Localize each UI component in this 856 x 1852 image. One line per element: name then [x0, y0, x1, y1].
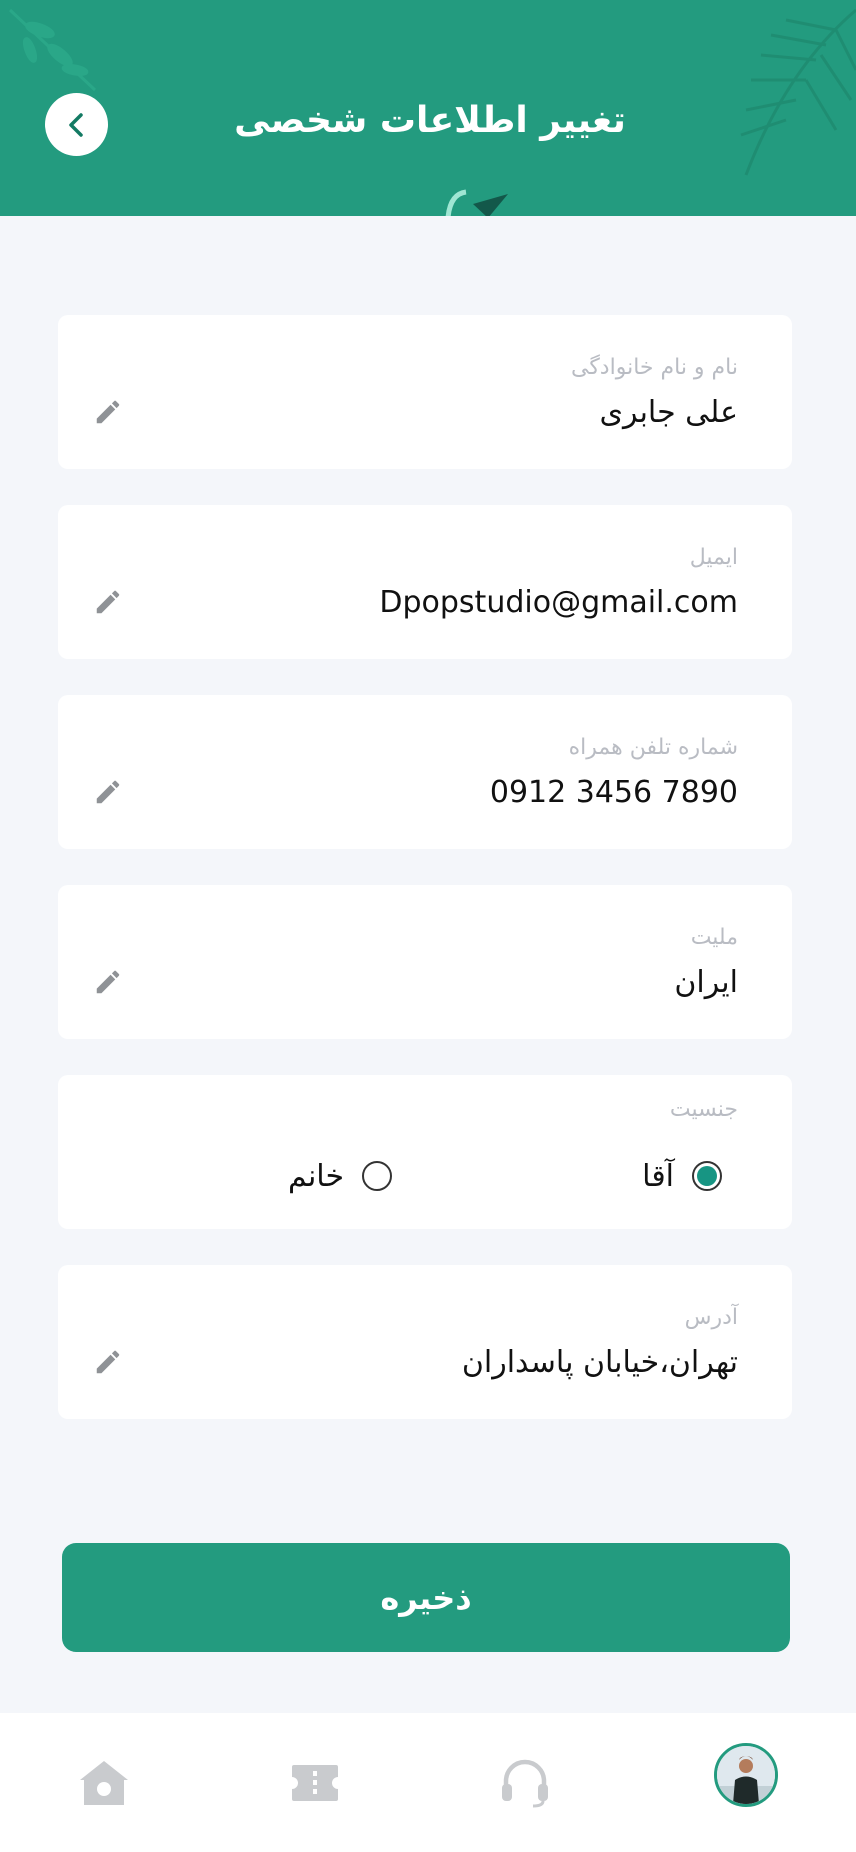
nationality-value[interactable]: ایران — [674, 965, 738, 1000]
gender-female-label: خانم — [287, 1158, 344, 1194]
nationality-label: ملیت — [690, 925, 738, 950]
gender-label: جنسیت — [669, 1097, 738, 1122]
bottom-nav — [0, 1713, 856, 1852]
chevron-left-icon — [68, 112, 83, 137]
radio-male[interactable] — [692, 1161, 722, 1191]
gender-option-male[interactable]: آقا — [642, 1156, 722, 1196]
edit-icon[interactable] — [93, 967, 123, 997]
edit-icon[interactable] — [93, 587, 123, 617]
avatar[interactable] — [714, 1743, 778, 1807]
phone-value[interactable]: 0912 3456 7890 — [490, 775, 738, 810]
name-field[interactable]: نام و نام خانوادگی علی جابری — [58, 315, 792, 469]
edit-icon[interactable] — [93, 777, 123, 807]
nav-support[interactable] — [495, 1753, 555, 1813]
radio-female[interactable] — [362, 1161, 392, 1191]
email-field[interactable]: ایمیل Dpopstudio@gmail.com — [58, 505, 792, 659]
address-value[interactable]: تهران،خیابان پاسداران — [462, 1345, 738, 1380]
phone-field[interactable]: شماره تلفن همراه 0912 3456 7890 — [58, 695, 792, 849]
gender-field: جنسیت آقا خانم — [58, 1075, 792, 1229]
gender-male-label: آقا — [642, 1158, 674, 1194]
profile-photo — [717, 1746, 775, 1804]
address-field[interactable]: آدرس تهران،خیابان پاسداران — [58, 1265, 792, 1419]
nationality-field[interactable]: ملیت ایران — [58, 885, 792, 1039]
headset-icon — [502, 1759, 548, 1808]
name-value[interactable]: علی جابری — [600, 395, 738, 430]
header: تغییر اطلاعات شخصی — [0, 0, 856, 216]
address-label: آدرس — [684, 1305, 738, 1330]
save-button[interactable]: ذخیره — [62, 1543, 790, 1652]
nav-tickets[interactable] — [285, 1753, 345, 1813]
notch-decoration — [445, 189, 508, 216]
back-button[interactable] — [45, 93, 108, 156]
leaf-decoration-right — [740, 8, 856, 176]
name-label: نام و نام خانوادگی — [570, 355, 738, 380]
page-title: تغییر اطلاعات شخصی — [234, 100, 626, 141]
nav-home[interactable] — [74, 1753, 134, 1813]
email-value[interactable]: Dpopstudio@gmail.com — [379, 585, 738, 620]
ticket-icon — [292, 1765, 338, 1801]
home-icon — [80, 1761, 128, 1805]
edit-icon[interactable] — [93, 1347, 123, 1377]
email-label: ایمیل — [689, 545, 738, 570]
leaf-decoration-left — [8, 8, 97, 92]
phone-label: شماره تلفن همراه — [568, 735, 738, 760]
gender-option-female[interactable]: خانم — [288, 1156, 392, 1196]
edit-icon[interactable] — [93, 397, 123, 427]
